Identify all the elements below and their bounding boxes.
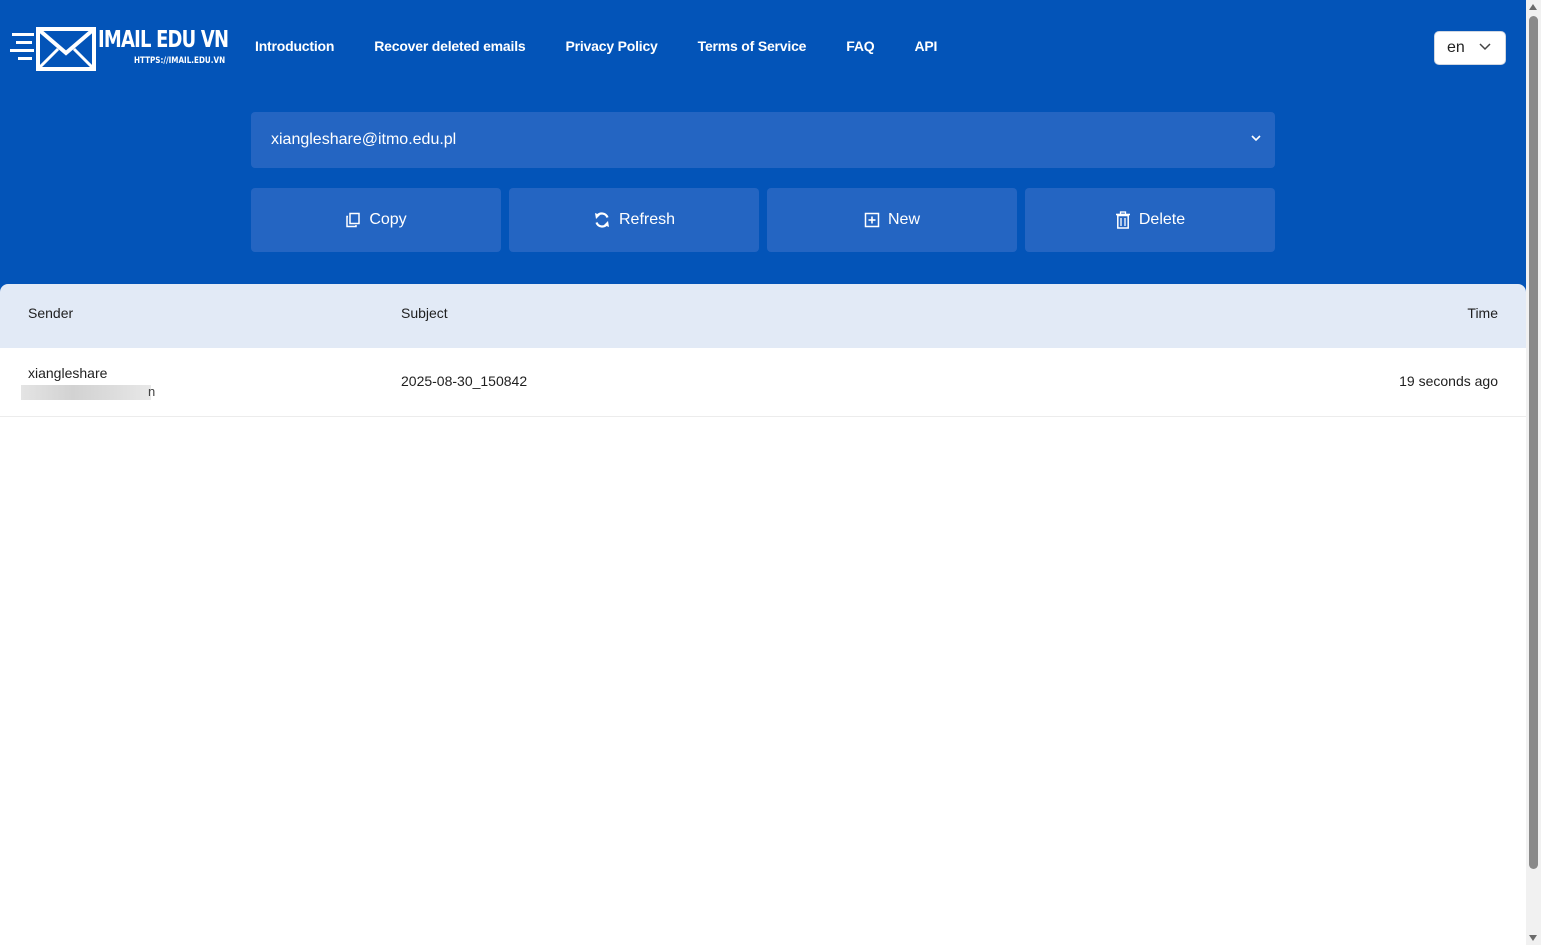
scrollbar-thumb[interactable] xyxy=(1529,16,1538,869)
email-time: 19 seconds ago xyxy=(1399,373,1498,389)
copy-button-label: Copy xyxy=(369,211,407,228)
copy-icon xyxy=(346,212,361,228)
nav-privacy-policy[interactable]: Privacy Policy xyxy=(565,38,657,54)
copy-button[interactable]: Copy xyxy=(251,188,501,252)
envelope-logo-icon xyxy=(10,27,96,71)
column-header-subject: Subject xyxy=(401,305,448,321)
new-button-label: New xyxy=(887,211,920,228)
site-logo[interactable]: IMAIL EDU VN HTTPS://IMAIL.EDU.VN xyxy=(10,25,229,73)
delete-button[interactable]: Delete xyxy=(1025,188,1275,252)
sender-email-redacted xyxy=(21,385,151,400)
header: IMAIL EDU VN HTTPS://IMAIL.EDU.VN Introd… xyxy=(0,0,1526,300)
scroll-down-arrow-icon[interactable] xyxy=(1529,935,1537,941)
email-address-select[interactable]: xiangleshare@itmo.edu.pl xyxy=(251,112,1275,168)
language-value: en xyxy=(1447,39,1465,56)
chevron-down-icon xyxy=(1251,135,1261,142)
refresh-icon xyxy=(594,212,609,228)
chevron-down-icon xyxy=(1479,43,1491,51)
column-header-time: Time xyxy=(1467,305,1498,321)
nav-api[interactable]: API xyxy=(914,38,937,54)
nav-terms-of-service[interactable]: Terms of Service xyxy=(698,38,807,54)
language-select[interactable]: en xyxy=(1434,31,1506,65)
refresh-button-label: Refresh xyxy=(618,211,676,228)
sender-name: xiangleshare xyxy=(28,365,108,381)
vertical-scrollbar[interactable] xyxy=(1526,0,1541,945)
nav-introduction[interactable]: Introduction xyxy=(255,38,334,54)
new-address-button[interactable]: New xyxy=(767,188,1017,252)
plus-square-icon xyxy=(864,212,880,228)
logo-title: IMAIL EDU VN xyxy=(98,27,229,53)
main-nav: Introduction Recover deleted emails Priv… xyxy=(255,38,937,54)
table-row[interactable]: xiangleshare n 2025-08-30_150842 19 seco… xyxy=(0,348,1526,417)
logo-subtitle: HTTPS://IMAIL.EDU.VN xyxy=(134,56,226,66)
delete-button-label: Delete xyxy=(1138,211,1186,228)
column-header-sender: Sender xyxy=(28,305,74,321)
inbox-table-header: Sender Subject Time xyxy=(0,284,1526,348)
sender-email-fragment: n xyxy=(148,384,156,399)
refresh-button[interactable]: Refresh xyxy=(509,188,759,252)
page: IMAIL EDU VN HTTPS://IMAIL.EDU.VN Introd… xyxy=(0,0,1526,945)
email-address-value: xiangleshare@itmo.edu.pl xyxy=(271,131,457,148)
nav-faq[interactable]: FAQ xyxy=(846,38,874,54)
trash-icon xyxy=(1115,211,1130,229)
mailbox-actions: Copy Refresh New Delete xyxy=(251,188,1275,252)
scroll-up-arrow-icon[interactable] xyxy=(1529,4,1537,10)
email-subject: 2025-08-30_150842 xyxy=(401,373,528,389)
nav-recover-deleted-emails[interactable]: Recover deleted emails xyxy=(374,38,525,54)
